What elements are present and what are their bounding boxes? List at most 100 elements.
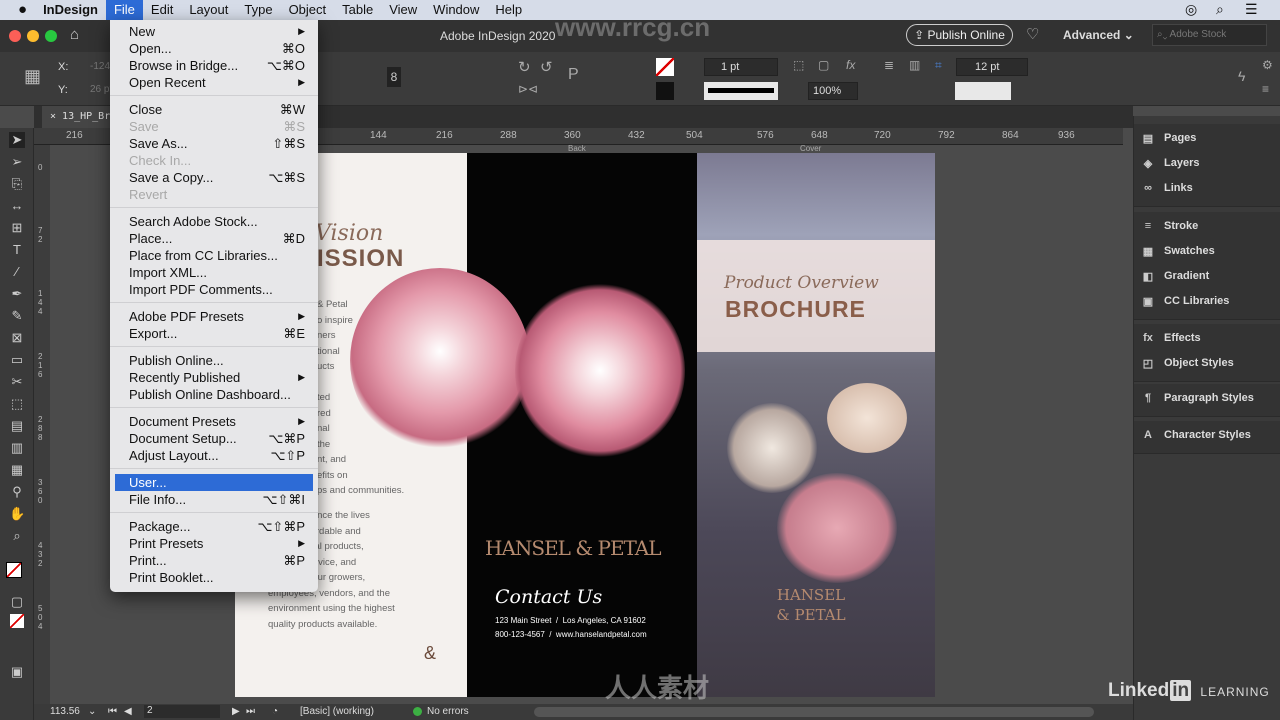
menu-item-print[interactable]: Print... ⌘P	[115, 552, 313, 569]
panel-layers[interactable]: ◈ Layers	[1140, 153, 1200, 173]
spotlight-search-icon[interactable]: ⌕	[1216, 1, 1224, 18]
horizontal-scrollbar[interactable]	[534, 707, 1094, 717]
first-page-icon[interactable]: ⏮	[108, 706, 117, 717]
menu-item-close[interactable]: Close ⌘W	[115, 101, 313, 118]
menu-layout[interactable]: Layout	[181, 0, 236, 20]
menu-item-print-presets[interactable]: Print Presets ▶	[115, 535, 313, 552]
zoom-dropdown-icon[interactable]: ⌄	[88, 706, 96, 717]
panel-effects[interactable]: fx Effects	[1140, 328, 1201, 348]
pen-tool-icon[interactable]: ✒	[9, 286, 25, 302]
line-tool-icon[interactable]: ⁄	[9, 264, 25, 280]
rotate-cw-icon[interactable]: ↻	[518, 58, 531, 76]
adobe-stock-search[interactable]: ⌕⌄ Adobe Stock	[1152, 24, 1267, 46]
spacing-field[interactable]: 12 pt	[956, 58, 1028, 76]
scissors-tool-icon[interactable]: ✂	[9, 374, 25, 390]
close-tab-icon[interactable]: ×	[50, 111, 62, 122]
menu-item-place-from-cc-libraries[interactable]: Place from CC Libraries...	[115, 247, 313, 264]
page-number-field[interactable]: 2	[144, 705, 220, 718]
menu-item-document-setup[interactable]: Document Setup... ⌥⌘P	[115, 430, 313, 447]
screen-mode-icon[interactable]: ▣	[9, 664, 25, 680]
gradient-tool-icon[interactable]: ▤	[9, 418, 25, 434]
close-window-button[interactable]	[9, 30, 21, 42]
align-icon[interactable]: ▥	[909, 58, 920, 72]
menu-item-export[interactable]: Export... ⌘E	[115, 325, 313, 342]
panel-pages[interactable]: ▤ Pages	[1140, 128, 1197, 148]
preflight-errors[interactable]: No errors	[427, 706, 469, 717]
menu-table[interactable]: Table	[334, 0, 381, 20]
eyedropper-tool-icon[interactable]: ⚲	[9, 484, 25, 500]
panel-character-styles[interactable]: A Character Styles	[1140, 425, 1251, 445]
menu-item-new[interactable]: New ▶	[115, 23, 313, 40]
reference-point-icon[interactable]: ▦	[24, 66, 41, 87]
content-frame-icon[interactable]: ▢	[818, 58, 829, 72]
gradient-feather-icon[interactable]: ▥	[9, 440, 25, 456]
zoom-level-field[interactable]: 113.56	[50, 706, 80, 717]
menu-object[interactable]: Object	[281, 0, 335, 20]
panel-cc-libraries[interactable]: ▣ CC Libraries	[1140, 291, 1230, 311]
stroke-weight-field[interactable]: 1 pt	[704, 58, 778, 76]
gap-tool-icon[interactable]: ↔	[9, 198, 25, 214]
panel-swatches[interactable]: ▦ Swatches	[1140, 241, 1215, 261]
pencil-tool-icon[interactable]: ✎	[9, 308, 25, 324]
zoom-window-button[interactable]	[45, 30, 57, 42]
stroke-swatch-none[interactable]	[656, 58, 674, 76]
flip-horizontal-icon[interactable]: ⊳⊲	[518, 82, 538, 96]
fill-stroke-swatch[interactable]	[6, 562, 22, 578]
selection-tool-icon[interactable]: ➤	[9, 132, 25, 148]
preflight-icon[interactable]: ◔	[272, 706, 278, 717]
text-wrap-icon[interactable]: ≣	[884, 58, 894, 72]
menu-indesign[interactable]: InDesign	[35, 0, 106, 20]
hand-tool-icon[interactable]: ✋	[9, 506, 25, 522]
minimize-window-button[interactable]	[27, 30, 39, 42]
x-field[interactable]: -124	[90, 61, 110, 72]
content-collector-icon[interactable]: ⊞	[9, 220, 25, 236]
menu-item-save-a-copy[interactable]: Save a Copy... ⌥⌘S	[115, 169, 313, 186]
menu-item-place[interactable]: Place... ⌘D	[115, 230, 313, 247]
menu-item-publish-online[interactable]: Publish Online...	[115, 352, 313, 369]
menu-help[interactable]: Help	[487, 0, 530, 20]
panel-object-styles[interactable]: ◰ Object Styles	[1140, 353, 1234, 373]
rotate-ccw-icon[interactable]: ↺	[540, 58, 553, 76]
quick-apply-icon[interactable]: ϟ	[1238, 68, 1245, 84]
free-transform-tool-icon[interactable]: ⬚	[9, 396, 25, 412]
page-cover-panel[interactable]: Product Overview BROCHURE HANSEL & PETAL	[697, 153, 935, 697]
apple-menu-icon[interactable]: ●	[0, 0, 35, 20]
menu-item-adobe-pdf-presets[interactable]: Adobe PDF Presets ▶	[115, 308, 313, 325]
menu-item-import-xml[interactable]: Import XML...	[115, 264, 313, 281]
menu-item-adjust-layout[interactable]: Adjust Layout... ⌥⇧P	[115, 447, 313, 464]
constrain-proportions-icon[interactable]: 8	[387, 67, 401, 87]
menu-item-save-as[interactable]: Save As... ⇧⌘S	[115, 135, 313, 152]
stroke-type-dropdown[interactable]	[704, 82, 778, 100]
rectangle-frame-tool-icon[interactable]: ⊠	[9, 330, 25, 346]
rectangle-tool-icon[interactable]: ▭	[9, 352, 25, 368]
panel-stroke[interactable]: ≡ Stroke	[1140, 216, 1198, 236]
workspace-switcher[interactable]: Advanced ⌄	[1063, 28, 1134, 42]
menu-file[interactable]: File	[105, 0, 143, 20]
creative-cloud-icon[interactable]: ◎	[1185, 1, 1197, 18]
page-tool-icon[interactable]: ⎘	[9, 176, 25, 192]
auto-fit-icon[interactable]: ⌗	[935, 58, 942, 73]
previous-page-icon[interactable]: ◀	[124, 706, 132, 717]
menu-edit[interactable]: Edit	[143, 0, 181, 20]
preflight-profile[interactable]: [Basic] (working)	[300, 706, 374, 717]
note-tool-icon[interactable]: ▦	[9, 462, 25, 478]
menu-item-import-pdf-comments[interactable]: Import PDF Comments...	[115, 281, 313, 298]
corner-options-dropdown[interactable]	[955, 82, 1011, 100]
fill-swatch[interactable]	[656, 82, 674, 100]
panel-gradient[interactable]: ◧ Gradient	[1140, 266, 1209, 286]
panel-paragraph-styles[interactable]: ¶ Paragraph Styles	[1140, 388, 1254, 408]
lightbulb-icon[interactable]: ♡	[1026, 25, 1039, 43]
menu-item-publish-online-dashboard[interactable]: Publish Online Dashboard...	[115, 386, 313, 403]
y-field[interactable]: 26 pt	[90, 84, 112, 95]
menu-item-open-recent[interactable]: Open Recent ▶	[115, 74, 313, 91]
home-icon[interactable]: ⌂	[70, 26, 79, 43]
menu-item-document-presets[interactable]: Document Presets ▶	[115, 413, 313, 430]
next-page-icon[interactable]: ▶	[232, 706, 240, 717]
publish-online-button[interactable]: ⇪ Publish Online	[906, 24, 1013, 46]
opacity-field[interactable]: 100%	[808, 82, 858, 100]
menu-item-browse-in-bridge[interactable]: Browse in Bridge... ⌥⌘O	[115, 57, 313, 74]
effects-fx-icon[interactable]: fx	[846, 58, 855, 72]
menu-type[interactable]: Type	[236, 0, 280, 20]
formatting-affects-container-icon[interactable]: ▢	[9, 594, 25, 610]
menu-item-print-booklet[interactable]: Print Booklet...	[115, 569, 313, 586]
